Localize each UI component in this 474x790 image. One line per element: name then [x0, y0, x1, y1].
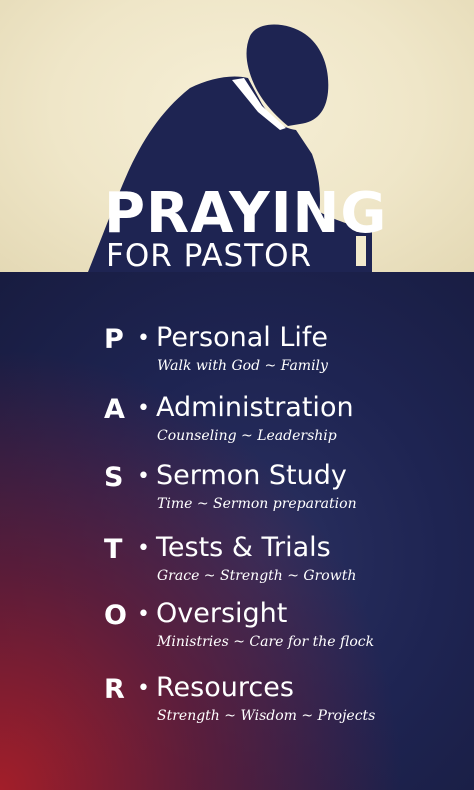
item-subtitle: Ministries ~ Care for the flock: [157, 634, 375, 650]
item-subtitle: Counseling ~ Leadership: [157, 428, 337, 444]
acrostic-letter: T: [104, 534, 123, 565]
bullet-dot: •: [137, 676, 150, 701]
list-item-sermon-study: S • Sermon Study Time ~ Sermon preparati…: [0, 460, 474, 520]
bullet-dot: •: [137, 602, 150, 627]
acrostic-letter: O: [104, 600, 127, 631]
title-for-pastor: FOR PASTOR: [106, 238, 313, 274]
list-item-tests-trials: T • Tests & Trials Grace ~ Strength ~ Gr…: [0, 532, 474, 592]
list-item-personal-life: P • Personal Life Walk with God ~ Family: [0, 322, 474, 382]
item-heading: Resources: [156, 672, 294, 703]
list-item-oversight: O • Oversight Ministries ~ Care for the …: [0, 598, 474, 658]
item-heading: Personal Life: [156, 322, 329, 353]
bullet-dot: •: [137, 464, 150, 489]
acrostic-letter: R: [104, 674, 125, 705]
acrostic-letter: A: [104, 394, 125, 425]
poster: PRAYING FOR PASTOR P • Personal Life Wal…: [0, 0, 474, 790]
bullet-dot: •: [137, 326, 150, 351]
item-heading: Sermon Study: [156, 460, 347, 491]
item-subtitle: Time ~ Sermon preparation: [157, 496, 357, 512]
list-item-administration: A • Administration Counseling ~ Leadersh…: [0, 392, 474, 452]
item-heading: Tests & Trials: [156, 532, 331, 563]
bullet-dot: •: [137, 396, 150, 421]
item-heading: Oversight: [156, 598, 288, 629]
acrostic-letter: P: [104, 324, 124, 355]
item-subtitle: Grace ~ Strength ~ Growth: [157, 568, 357, 584]
acrostic-letter: S: [104, 462, 124, 493]
item-subtitle: Walk with God ~ Family: [157, 358, 328, 374]
item-heading: Administration: [156, 392, 354, 423]
bullet-dot: •: [137, 536, 150, 561]
title-praying: PRAYING: [104, 181, 388, 246]
list-item-resources: R • Resources Strength ~ Wisdom ~ Projec…: [0, 672, 474, 732]
item-subtitle: Strength ~ Wisdom ~ Projects: [157, 708, 376, 724]
